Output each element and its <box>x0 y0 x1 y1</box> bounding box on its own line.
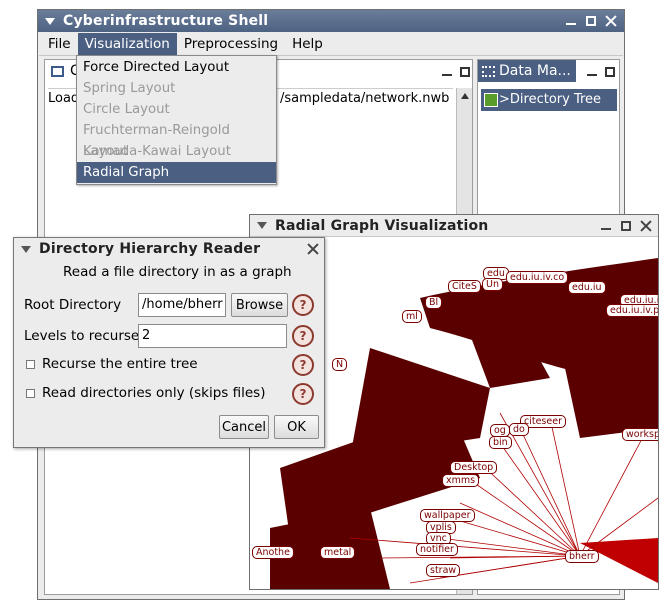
menu-item-radial-graph[interactable]: Radial Graph <box>77 162 276 183</box>
directory-reader-dialog: Directory Hierarchy Reader Read a file d… <box>13 237 325 448</box>
console-tab[interactable]: C <box>47 60 80 82</box>
help-icon[interactable]: ? <box>292 383 314 405</box>
directories-only-checkbox[interactable] <box>26 389 35 398</box>
levels-label: Levels to recurse <box>24 328 140 344</box>
dialog-description: Read a file directory in as a graph <box>63 264 292 280</box>
close-icon[interactable] <box>603 13 619 29</box>
root-directory-input[interactable]: /home/bherr <box>138 293 226 317</box>
scroll-up-icon[interactable] <box>460 93 469 99</box>
radial-maximize-icon[interactable] <box>618 218 634 234</box>
menu-visualization[interactable]: Visualization <box>77 32 177 56</box>
radial-window-menu-icon[interactable] <box>257 222 267 229</box>
menu-help[interactable]: Help <box>285 33 330 56</box>
menu-item-kamada-kawai: Kamada-Kawai Layout <box>83 144 231 159</box>
graph-node[interactable]: Bl <box>425 296 443 309</box>
menu-item-force-directed[interactable]: Force Directed Layout <box>77 57 276 78</box>
main-title-bar[interactable]: Cyberinfrastructure Shell <box>38 10 624 32</box>
graph-node[interactable]: Un <box>482 278 503 291</box>
graph-node[interactable]: xmms <box>442 474 480 487</box>
graph-node[interactable]: ml <box>402 310 422 323</box>
console-maximize-icon[interactable] <box>457 64 473 80</box>
dialog-close-icon[interactable] <box>305 241 321 257</box>
dialog-menu-icon[interactable] <box>21 245 31 253</box>
graph-node[interactable]: edu.iu.iv.p <box>606 304 658 317</box>
tree-item-label: >Directory Tree <box>499 92 602 107</box>
main-window-title: Cyberinfrastructure Shell <box>63 13 269 29</box>
data-manager-tab[interactable]: Data Ma... <box>478 60 576 82</box>
graph-node[interactable]: metal <box>320 546 356 559</box>
recurse-tree-label: Recurse the entire tree <box>42 356 198 372</box>
data-manager-icon <box>482 65 495 77</box>
help-icon[interactable]: ? <box>292 354 314 376</box>
graph-node[interactable]: CiteS <box>448 280 481 293</box>
menu-item-spring: Spring Layout <box>83 81 176 96</box>
data-manager-maximize-icon[interactable] <box>602 64 618 80</box>
console-line-path: /sampledata/network.nwb <box>280 91 450 106</box>
graph-node[interactable]: straw <box>426 564 461 577</box>
radial-window-title: Radial Graph Visualization <box>275 217 489 234</box>
graph-node[interactable]: bin <box>489 436 512 449</box>
graph-node[interactable]: N <box>332 358 348 371</box>
menu-preprocessing[interactable]: Preprocessing <box>177 33 285 56</box>
console-line-start: Load <box>48 91 80 106</box>
menu-item-fruchterman-reingold: Fruchterman-Reingold Layout <box>83 123 230 159</box>
cancel-button[interactable]: Cancel <box>219 415 269 439</box>
maximize-icon[interactable] <box>583 13 599 29</box>
help-icon[interactable]: ? <box>292 294 314 316</box>
menu-file[interactable]: File <box>41 33 78 56</box>
levels-input[interactable]: 2 <box>138 324 287 348</box>
window-menu-icon[interactable] <box>45 17 55 25</box>
graph-node[interactable]: workspa <box>622 428 658 441</box>
root-directory-label: Root Directory <box>24 297 122 313</box>
minimize-icon[interactable] <box>563 13 579 29</box>
graph-node[interactable]: Anothe <box>252 546 294 559</box>
graph-node[interactable]: bherr <box>565 550 599 563</box>
data-manager-tab-label: Data Ma... <box>499 63 571 79</box>
data-manager-minimize-icon[interactable] <box>584 64 600 80</box>
graph-node[interactable]: notifier <box>416 543 458 556</box>
visualization-menu: Force Directed Layout Spring Layout Circ… <box>76 55 277 185</box>
radial-minimize-icon[interactable] <box>598 218 614 234</box>
directories-only-label: Read directories only (skips files) <box>42 385 266 401</box>
dialog-title-bar[interactable]: Directory Hierarchy Reader <box>14 238 324 260</box>
tree-item-directory[interactable]: >Directory Tree <box>481 89 617 111</box>
graph-node[interactable]: do <box>509 423 529 436</box>
radial-title-bar[interactable]: Radial Graph Visualization <box>250 215 658 237</box>
tree-node-icon <box>484 93 498 107</box>
graph-node[interactable]: edu.iu <box>568 281 606 294</box>
dialog-title: Directory Hierarchy Reader <box>39 241 261 257</box>
console-minimize-icon[interactable] <box>439 64 455 80</box>
radial-close-icon[interactable] <box>638 218 654 234</box>
graph-node[interactable]: Desktop <box>450 461 498 474</box>
menu-bar: File Visualization Preprocessing Help <box>39 32 623 56</box>
graph-node[interactable]: edu.iu.iv.co <box>506 271 569 284</box>
ok-button[interactable]: OK <box>274 415 319 439</box>
browse-button[interactable]: Browse <box>231 293 288 317</box>
recurse-tree-checkbox[interactable] <box>26 360 35 369</box>
help-icon[interactable]: ? <box>292 325 314 347</box>
console-icon <box>51 65 64 77</box>
menu-item-circle: Circle Layout <box>83 102 170 117</box>
